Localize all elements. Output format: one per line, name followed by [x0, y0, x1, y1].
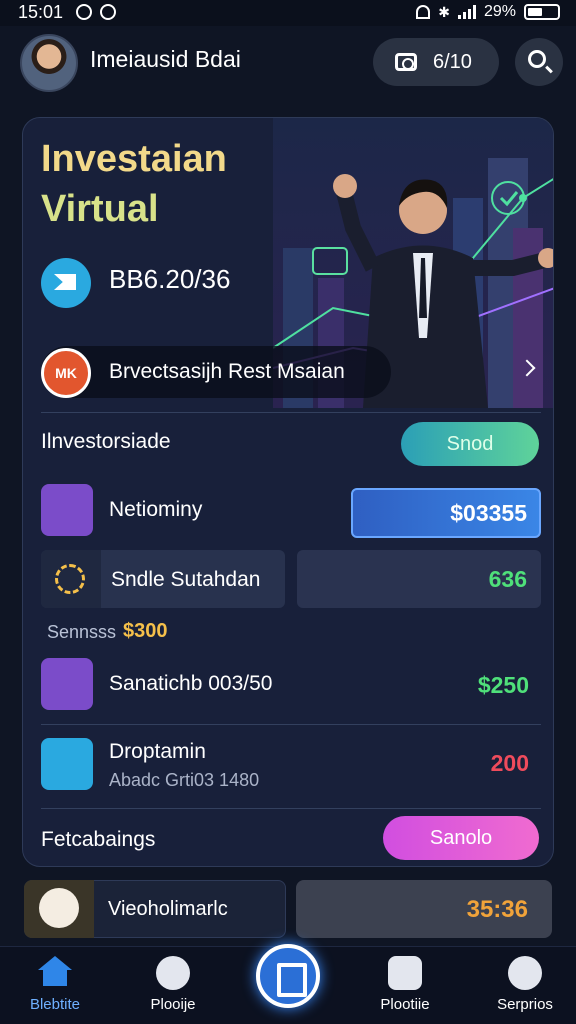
camera-icon [395, 53, 417, 71]
home-icon [38, 956, 72, 990]
row-label: Sndle Sutahdan [111, 568, 261, 591]
notification-icon [76, 4, 92, 20]
footer-label: Fetcabaings [41, 828, 156, 851]
row-label: Droptamin [109, 740, 206, 763]
bluetooth-icon: ✱ [438, 3, 450, 20]
signal-icon [457, 5, 476, 19]
investors-label: Ilnvestorsiade [41, 430, 171, 453]
nav-item-home[interactable]: Blebtite [0, 956, 110, 1013]
nav-item-profile[interactable]: Plootiie [350, 956, 460, 1013]
send-button[interactable]: Snod [401, 422, 539, 466]
gear-dollar-icon [41, 550, 101, 608]
status-bar: 15:01 ✱ 29% [0, 0, 576, 26]
center-action-button[interactable] [256, 944, 320, 1008]
wifi-icon [416, 5, 431, 19]
nav-item-services[interactable]: Serprios [470, 956, 576, 1013]
status-time: 15:01 [18, 2, 64, 22]
tag-icon [41, 258, 91, 308]
search-button[interactable] [515, 38, 563, 86]
avatar[interactable] [20, 34, 78, 92]
nav-label: Blebtite [29, 996, 81, 1013]
hero-title-line2: Virtual [41, 188, 159, 230]
nav-item-portfolio[interactable]: Plooije [118, 956, 228, 1013]
battery-percent: 29% [483, 3, 516, 20]
nav-label: Plootiie [380, 996, 430, 1013]
hero-title-line1: Investaian [41, 138, 227, 180]
row-label: Sanatichb 003/50 [109, 672, 273, 695]
row-sublabel: Abadc Grti03 1480 [109, 770, 260, 790]
divider [41, 412, 541, 413]
handshake-icon [24, 880, 94, 938]
row-value: 636 [488, 566, 527, 592]
lock-icon [388, 956, 422, 990]
nav-label: Serprios [497, 996, 553, 1013]
row-value: 200 [490, 750, 529, 776]
shield-icon [41, 658, 93, 710]
sync-icon [100, 4, 116, 20]
user-icon [508, 956, 542, 990]
search-icon [528, 50, 546, 68]
row-value: $03355 [450, 500, 527, 526]
mk-logo-icon: MK [41, 348, 91, 398]
box-icon [41, 484, 93, 536]
row-label: Netiominy [109, 498, 203, 521]
divider [41, 808, 541, 809]
note-value: $300 [123, 620, 168, 642]
document-icon [41, 738, 93, 790]
battery-icon [524, 4, 560, 20]
camera-pill-button[interactable]: 6/10 [373, 38, 499, 86]
bottom-row-value: 35:36 [466, 896, 528, 923]
promo-banner-text: Brvectsasijh Rest Msaian [109, 360, 345, 383]
nav-label: Plooije [150, 996, 196, 1013]
status-right: ✱ 29% [416, 3, 560, 21]
hero-stat-value: BB6.20/36 [109, 264, 231, 294]
sample-button[interactable]: Sanolo [383, 816, 539, 860]
chart-icon [156, 956, 190, 990]
username: Imeiausid Bdai [90, 46, 241, 72]
bottom-row-label: Vieoholimarlc [108, 898, 228, 920]
camera-pill-label: 6/10 [433, 50, 472, 73]
divider [41, 724, 541, 725]
row-value: $250 [477, 672, 529, 698]
note-label: Sennsss [47, 622, 117, 642]
main-card: Investaian Virtual BB6.20/36 MK Brvectsa… [22, 117, 554, 867]
